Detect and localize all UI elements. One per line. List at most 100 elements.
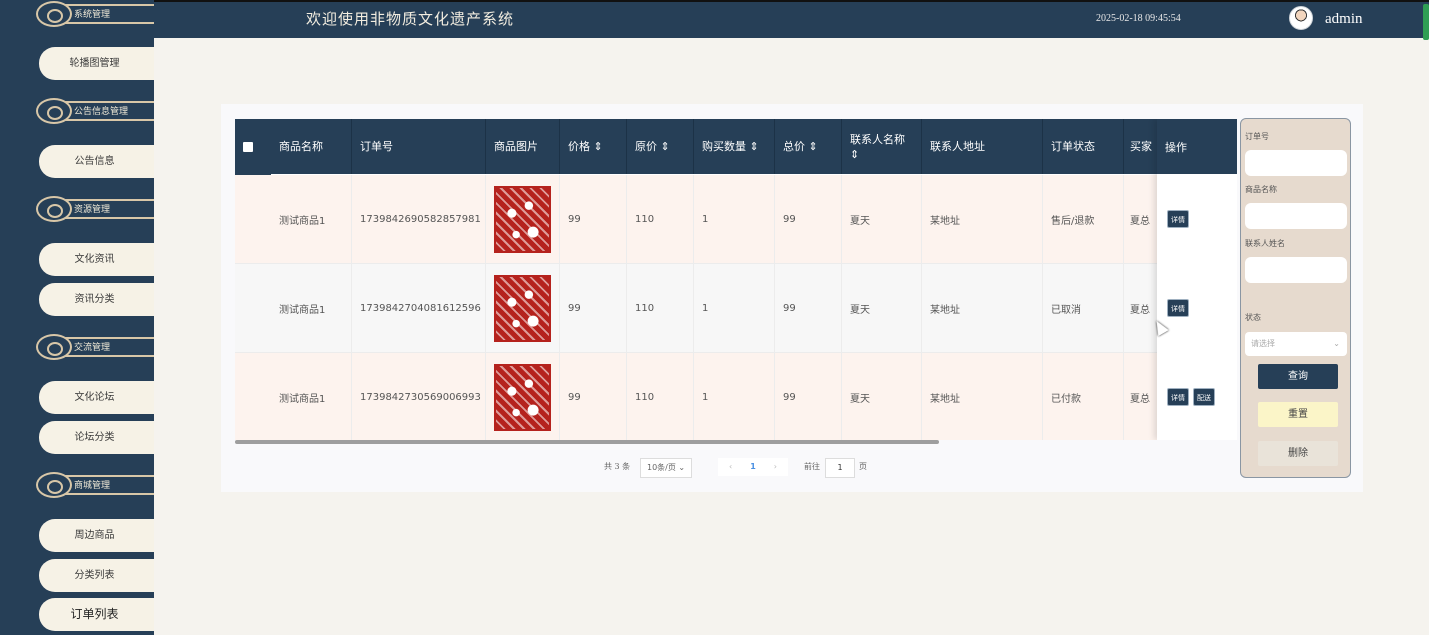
cell-image <box>486 175 560 264</box>
cell-order-no: 1739842704081612596 <box>352 264 486 353</box>
cell-address: 某地址 <box>922 175 1043 264</box>
col-header-total[interactable]: 总价 ⇕ <box>775 119 842 174</box>
detail-button[interactable]: 详情 <box>1167 388 1189 406</box>
cell-orig-price: 110 <box>627 264 694 353</box>
cell-status: 已取消 <box>1043 264 1124 353</box>
status-select[interactable]: 请选择 ⌄ <box>1245 332 1347 356</box>
cell-order-no: 1739842690582857981 <box>352 175 486 264</box>
cell-name: 测试商品1 <box>271 353 352 440</box>
row-actions: 详情 <box>1167 210 1193 228</box>
cell-orig-price: 110 <box>627 175 694 264</box>
select-all-checkbox[interactable] <box>243 142 253 155</box>
sidebar: 系统管理 轮播图管理 公告信息管理 公告信息 资源管理 文化资讯 资讯分类 交流… <box>0 0 154 635</box>
sidebar-category-label: 资源管理 <box>74 205 111 215</box>
cell-contact: 夏天 <box>842 175 922 264</box>
pagination-total: 共 3 条 <box>604 462 631 471</box>
cell-total: 99 <box>775 264 842 353</box>
reset-button[interactable]: 重置 <box>1258 402 1338 427</box>
table-row[interactable]: 测试商品1 1739842690582857981 99 110 1 99 夏天… <box>235 175 1237 264</box>
table-row[interactable]: 测试商品1 1739842730569006993 99 110 1 99 夏天… <box>235 353 1237 440</box>
col-header-contact[interactable]: 联系人名称 ⇕ <box>842 119 922 174</box>
table-header: 商品名称 订单号 商品图片 价格 ⇕ 原价 ⇕ 购买数量 ⇕ 总价 ⇕ 联系人名… <box>235 119 1237 174</box>
cloud-ornament-icon <box>36 472 72 498</box>
col-header-price[interactable]: 价格 ⇕ <box>560 119 627 174</box>
sidebar-item-products[interactable]: 周边商品 <box>39 519 154 552</box>
delete-button[interactable]: 删除 <box>1258 441 1338 466</box>
top-header: 欢迎使用非物质文化遗产系统 2025-02-18 09:45:54 admin <box>0 0 1429 38</box>
goto-suffix: 页 <box>859 462 867 471</box>
cell-contact: 夏天 <box>842 353 922 440</box>
page-number-current[interactable]: 1 <box>750 462 756 471</box>
cell-name: 测试商品1 <box>271 264 352 353</box>
sidebar-item-notice[interactable]: 公告信息 <box>39 145 154 178</box>
sort-icon: ⇕ <box>850 147 860 161</box>
col-header-actions: 操作 <box>1157 119 1237 174</box>
prev-page-button[interactable]: ‹ <box>729 462 732 471</box>
sidebar-category-label: 公告信息管理 <box>74 107 129 117</box>
cloud-ornament-icon <box>36 98 72 124</box>
contact-name-label: 联系人姓名 <box>1245 239 1285 248</box>
status-label: 状态 <box>1245 313 1261 322</box>
sidebar-category-mall[interactable]: 商城管理 <box>36 469 154 501</box>
sidebar-item-category-list[interactable]: 分类列表 <box>39 559 154 592</box>
detail-button[interactable]: 详情 <box>1167 299 1189 317</box>
sidebar-category-system[interactable]: 系统管理 <box>36 0 154 30</box>
sidebar-category-notice[interactable]: 公告信息管理 <box>36 95 154 127</box>
cloud-ornament-icon <box>36 196 72 222</box>
cell-qty: 1 <box>694 175 775 264</box>
orders-table: 商品名称 订单号 商品图片 价格 ⇕ 原价 ⇕ 购买数量 ⇕ 总价 ⇕ 联系人名… <box>235 119 1237 440</box>
contact-name-input[interactable] <box>1245 257 1347 283</box>
cell-total: 99 <box>775 353 842 440</box>
col-header-status: 订单状态 <box>1043 119 1124 174</box>
sidebar-item-forum-category[interactable]: 论坛分类 <box>39 421 154 454</box>
cell-total: 99 <box>775 175 842 264</box>
goto-page-input[interactable]: 1 <box>825 458 855 478</box>
avatar[interactable] <box>1289 6 1313 30</box>
cell-price: 99 <box>560 264 627 353</box>
horizontal-scrollbar-thumb[interactable] <box>235 440 939 444</box>
order-no-input[interactable] <box>1245 150 1347 176</box>
col-header-qty[interactable]: 购买数量 ⇕ <box>694 119 775 174</box>
row-actions: 详情 <box>1167 299 1193 317</box>
goto-label: 前往 <box>804 462 820 471</box>
sidebar-item-culture-news[interactable]: 文化资讯 <box>39 243 154 276</box>
cloud-ornament-icon <box>36 1 72 27</box>
cell-contact: 夏天 <box>842 264 922 353</box>
product-thumbnail[interactable] <box>494 364 551 431</box>
sidebar-category-exchange[interactable]: 交流管理 <box>36 331 154 363</box>
sidebar-item-news-category[interactable]: 资讯分类 <box>39 283 154 316</box>
cell-qty: 1 <box>694 353 775 440</box>
table-row[interactable]: 测试商品1 1739842704081612596 99 110 1 99 夏天… <box>235 264 1237 353</box>
col-header-name[interactable]: 商品名称 <box>271 119 352 174</box>
page-size-select[interactable]: 10条/页 ⌄ <box>640 458 693 478</box>
col-header-contact-text: 联系人名称 <box>850 132 905 146</box>
query-button[interactable]: 查询 <box>1258 364 1338 389</box>
next-page-button[interactable]: › <box>774 462 777 471</box>
page-title: 欢迎使用非物质文化遗产系统 <box>306 10 515 28</box>
sidebar-category-resource[interactable]: 资源管理 <box>36 193 154 225</box>
col-header-address: 联系人地址 <box>922 119 1043 174</box>
sidebar-item-forum[interactable]: 文化论坛 <box>39 381 154 414</box>
row-actions: 详情 配送 <box>1167 388 1219 406</box>
cell-name: 测试商品1 <box>271 175 352 264</box>
product-thumbnail[interactable] <box>494 186 551 253</box>
username-label[interactable]: admin <box>1325 11 1363 28</box>
sidebar-item-order-list[interactable]: 订单列表 <box>39 598 154 631</box>
product-name-label: 商品名称 <box>1245 185 1277 194</box>
cell-address: 某地址 <box>922 353 1043 440</box>
cell-image <box>486 264 560 353</box>
deliver-button[interactable]: 配送 <box>1193 388 1215 406</box>
cloud-ornament-icon <box>36 334 72 360</box>
cell-price: 99 <box>560 175 627 264</box>
search-panel: 订单号 商品名称 联系人姓名 状态 请选择 ⌄ 查询 重置 删除 <box>1240 118 1351 478</box>
sidebar-item-carousel[interactable]: 轮播图管理 <box>39 47 154 80</box>
cell-order-no: 1739842730569006993 <box>352 353 486 440</box>
product-thumbnail[interactable] <box>494 275 551 342</box>
detail-button[interactable]: 详情 <box>1167 210 1189 228</box>
sidebar-category-label: 系统管理 <box>74 10 111 20</box>
col-header-order-no[interactable]: 订单号 <box>352 119 486 174</box>
product-name-input[interactable] <box>1245 203 1347 229</box>
col-header-orig-price[interactable]: 原价 ⇕ <box>627 119 694 174</box>
order-no-label: 订单号 <box>1245 132 1269 141</box>
cell-status: 售后/退款 <box>1043 175 1124 264</box>
